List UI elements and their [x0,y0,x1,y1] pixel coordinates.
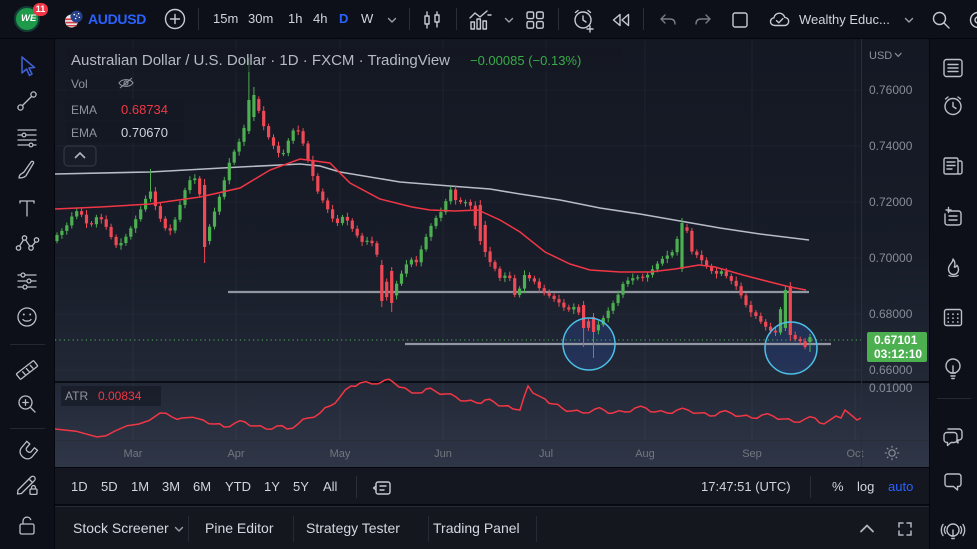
svg-text:Australian Dollar / U.S. Dolla: Australian Dollar / U.S. Dollar · 1D · F… [71,52,450,69]
svg-text:Mar: Mar [124,448,143,460]
svg-text:Aug: Aug [635,448,655,460]
svg-text:0.70670: 0.70670 [121,125,168,140]
svg-text:0.01000: 0.01000 [869,381,913,395]
svg-text:0.68000: 0.68000 [869,307,913,321]
svg-text:Oct: Oct [846,448,863,460]
svg-text:0.67101: 0.67101 [874,333,918,347]
svg-text:Jun: Jun [434,448,452,460]
svg-text:ATR: ATR [65,389,88,403]
svg-text:USD: USD [869,50,892,62]
svg-text:Apr: Apr [227,448,244,460]
svg-text:EMA: EMA [71,103,97,117]
svg-text:0.74000: 0.74000 [869,139,913,153]
svg-text:03:12:10: 03:12:10 [874,347,922,361]
svg-text:Sep: Sep [742,448,762,460]
svg-text:0.00834: 0.00834 [98,389,142,403]
svg-text:0.66000: 0.66000 [869,363,913,377]
svg-text:Vol: Vol [71,77,88,91]
svg-text:−0.00085 (−0.13%): −0.00085 (−0.13%) [470,53,581,68]
svg-text:0.76000: 0.76000 [869,83,913,97]
svg-text:0.68734: 0.68734 [121,102,168,117]
svg-text:EMA: EMA [71,126,97,140]
svg-text:May: May [330,448,351,460]
svg-text:Jul: Jul [539,448,553,460]
svg-text:0.70000: 0.70000 [869,251,913,265]
svg-text:0.72000: 0.72000 [869,195,913,209]
